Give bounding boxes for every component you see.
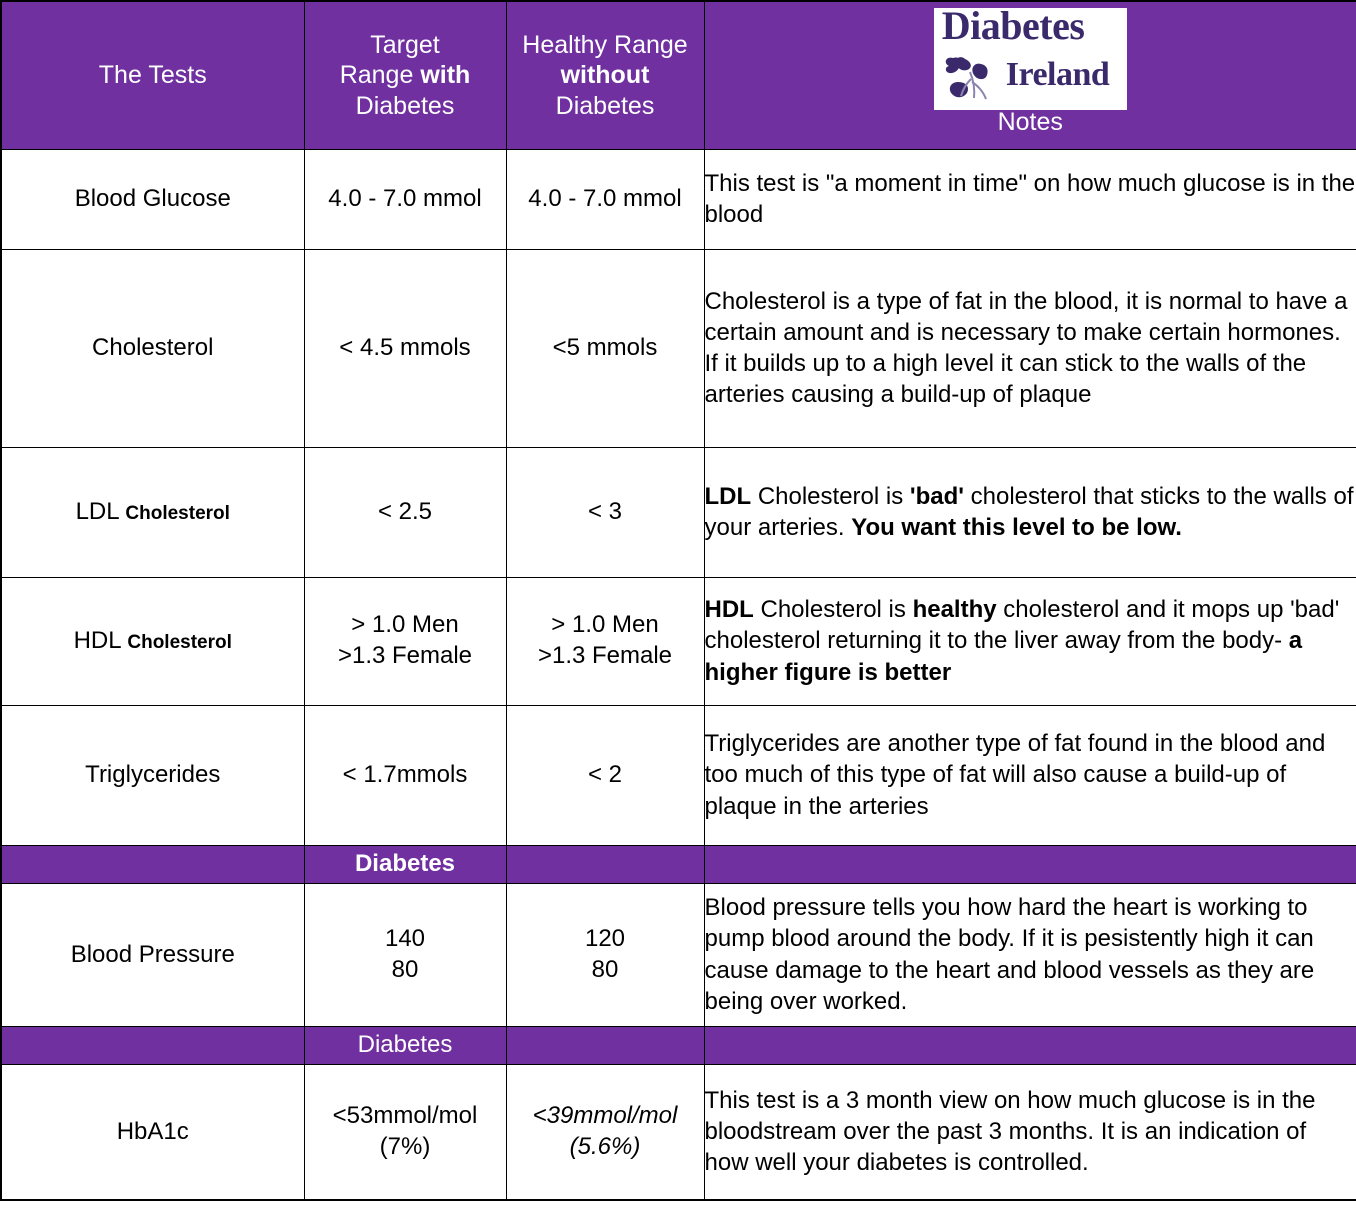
- test-name-main: LDL: [75, 498, 119, 525]
- section-band-row: Diabetes: [0, 844, 1356, 884]
- notes-cell: Cholesterol is a type of fat in the bloo…: [703, 248, 1356, 448]
- target-range-cell: 4.0 - 7.0 mmol: [303, 148, 507, 250]
- target-range-cell: < 1.7mmols: [303, 704, 507, 846]
- healthy-range-cell: 4.0 - 7.0 mmol: [505, 148, 705, 250]
- band-label-diabetes: Diabetes: [303, 1025, 507, 1065]
- shamrock-flower-icon: [945, 57, 988, 100]
- test-name-cell: Blood Pressure: [0, 882, 305, 1027]
- header-healthy-line2-emph: without: [560, 61, 650, 89]
- healthy-range-cell: <5 mmols: [505, 248, 705, 448]
- header-target-line1: Target: [370, 30, 440, 59]
- healthy-range-cell: < 3: [505, 446, 705, 578]
- test-name-cell: Triglycerides: [0, 704, 305, 846]
- target-range-cell: > 1.0 Men >1.3 Female: [303, 576, 507, 706]
- band-spacer-notes: [703, 1025, 1356, 1065]
- diabetes-tests-table: The Tests Target Range with Diabetes Hea…: [0, 0, 1356, 1201]
- header-target-range-with-diabetes: Target Range with Diabetes: [303, 0, 507, 150]
- test-name-cell: LDL Cholesterol: [0, 446, 305, 578]
- header-notes-label: Notes: [997, 108, 1063, 137]
- table-row: LDL Cholesterol < 2.5 < 3 LDL Cholestero…: [0, 446, 1356, 578]
- header-healthy-range-without-diabetes: Healthy Range without Diabetes: [505, 0, 705, 150]
- header-target-line2-emph: with: [420, 61, 471, 89]
- test-name-cell: Cholesterol: [0, 248, 305, 448]
- band-spacer-mid: [505, 844, 705, 884]
- healthy-range-cell: < 2: [505, 704, 705, 846]
- notes-cell: LDL Cholesterol is 'bad' cholesterol tha…: [703, 446, 1356, 578]
- tests-table-sheet: The Tests Target Range with Diabetes Hea…: [0, 0, 1356, 1220]
- test-name-main: HDL: [73, 627, 121, 654]
- table-row: Triglycerides < 1.7mmols < 2 Triglycerid…: [0, 704, 1356, 846]
- notes-cell: Blood pressure tells you how hard the he…: [703, 882, 1356, 1027]
- header-the-tests: The Tests: [0, 0, 305, 150]
- table-body: The Tests Target Range with Diabetes Hea…: [0, 0, 1356, 1201]
- table-row: Blood Glucose 4.0 - 7.0 mmol 4.0 - 7.0 m…: [0, 148, 1356, 250]
- table-row: HDL Cholesterol > 1.0 Men >1.3 Female > 1…: [0, 576, 1356, 706]
- test-name-cell: HDL Cholesterol: [0, 576, 305, 706]
- test-name-sub: Cholesterol: [125, 503, 230, 524]
- healthy-range-cell: 120 80: [505, 882, 705, 1027]
- band-spacer-left: [0, 1025, 305, 1065]
- header-healthy-line1: Healthy Range: [522, 30, 688, 59]
- table-header-row: The Tests Target Range with Diabetes Hea…: [0, 0, 1356, 150]
- logo-wrap: Diabetes Ireland Notes: [705, 2, 1356, 148]
- header-target-line2-prefix: Range: [339, 61, 421, 89]
- test-name-cell: HbA1c: [0, 1063, 305, 1201]
- header-target-line3: Diabetes: [355, 91, 455, 120]
- notes-cell: This test is "a moment in time" on how m…: [703, 148, 1356, 250]
- logo-text-diabetes: Diabetes: [941, 8, 1085, 49]
- target-range-cell: 140 80: [303, 882, 507, 1027]
- band-spacer-mid: [505, 1025, 705, 1065]
- section-band-row: Diabetes: [0, 1025, 1356, 1065]
- healthy-range-cell: > 1.0 Men >1.3 Female: [505, 576, 705, 706]
- test-name-sub: Cholesterol: [127, 632, 232, 653]
- target-range-cell: <53mmol/mol (7%): [303, 1063, 507, 1201]
- band-spacer-notes: [703, 844, 1356, 884]
- target-range-cell: < 2.5: [303, 446, 507, 578]
- table-row: HbA1c <53mmol/mol (7%) <39mmol/mol (5.6%) …: [0, 1063, 1356, 1201]
- header-notes-with-logo: Diabetes Ireland Notes: [703, 0, 1356, 150]
- notes-cell: This test is a 3 month view on how much …: [703, 1063, 1356, 1201]
- healthy-range-cell: <39mmol/mol (5.6%): [505, 1063, 705, 1201]
- header-healthy-line3: Diabetes: [555, 91, 655, 120]
- logo-text-ireland: Ireland: [1005, 56, 1110, 94]
- notes-cell: HDL Cholesterol is healthy cholesterol a…: [703, 576, 1356, 706]
- test-name-cell: Blood Glucose: [0, 148, 305, 250]
- band-spacer-left: [0, 844, 305, 884]
- diabetes-ireland-logo: Diabetes Ireland: [933, 8, 1127, 111]
- table-row: Blood Pressure 140 80 120 80 Blood pressur…: [0, 882, 1356, 1027]
- table-row: Cholesterol < 4.5 mmols <5 mmols Cholest…: [0, 248, 1356, 448]
- band-label-diabetes: Diabetes: [303, 844, 507, 884]
- notes-cell: Triglycerides are another type of fat fo…: [703, 704, 1356, 846]
- target-range-cell: < 4.5 mmols: [303, 248, 507, 448]
